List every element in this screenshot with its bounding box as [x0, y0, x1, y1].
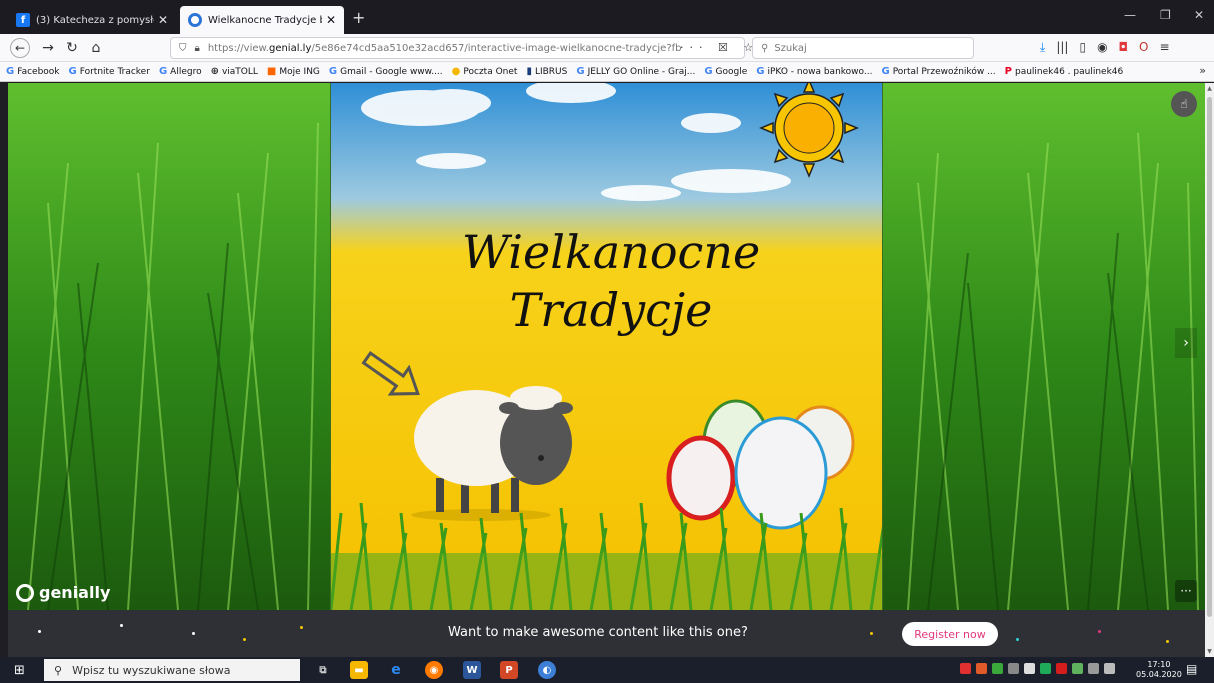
bookmark-item[interactable]: GiPKO - nowa bankowo...	[756, 66, 872, 77]
wifi-icon[interactable]	[1088, 663, 1099, 674]
reload-icon[interactable]: ↻	[62, 38, 82, 58]
easter-illustration	[331, 83, 882, 610]
tray-app-icon[interactable]	[1024, 663, 1035, 674]
scroll-down-icon[interactable]: ▼	[1205, 648, 1214, 655]
tray-app-icon[interactable]	[1056, 663, 1067, 674]
tray-app-icon[interactable]	[992, 663, 1003, 674]
task-view-icon[interactable]: ⧉	[314, 661, 332, 679]
search-icon: ⚲	[54, 663, 63, 677]
new-tab-button[interactable]: +	[352, 8, 365, 27]
firefox-icon[interactable]: ◉	[425, 661, 443, 679]
opera-icon[interactable]	[960, 663, 971, 674]
shield-icon[interactable]: ⛉	[179, 43, 187, 54]
genially-logo[interactable]: genially	[16, 583, 110, 602]
sun	[759, 83, 859, 178]
more-options-icon[interactable]: ···	[1175, 580, 1197, 602]
register-button[interactable]: Register now	[902, 622, 998, 646]
volume-icon[interactable]	[1104, 663, 1115, 674]
minimize-icon[interactable]: —	[1124, 8, 1136, 22]
forward-icon[interactable]: →	[38, 38, 58, 58]
toolbar-icons: ⤓ ||| ▯ ◉ ◘ O ≡	[1040, 40, 1170, 55]
navigation-bar: ← → ↻ ⌂ ⛉ 🔒︎ https://view.genial.ly/5e86…	[0, 34, 1214, 62]
bookmark-item[interactable]: G Google	[704, 66, 747, 77]
address-bar[interactable]: ⛉ 🔒︎ https://view.genial.ly/5e86e74cd5aa…	[170, 37, 745, 59]
slide-title: Wielkanocne Tradycje	[461, 225, 761, 337]
url-text: https://view.genial.ly/5e86e74cd5aa510e3…	[207, 42, 682, 54]
sidebar-icon[interactable]: ▯	[1079, 40, 1086, 55]
more-bookmarks-icon[interactable]: »	[1199, 64, 1206, 77]
pocket-icon[interactable]: ◘	[1119, 40, 1129, 55]
file-explorer-icon[interactable]: ▬	[350, 661, 368, 679]
windows-taskbar: ⊞ ⚲ Wpisz tu wyszukiwane słowa ⧉ ▬ e ◉ W…	[0, 657, 1214, 683]
app-icon[interactable]: ◐	[538, 661, 556, 679]
tab-label: (3) Katecheza z pomysłem:)	[36, 14, 154, 26]
download-icon[interactable]: ⤓	[1040, 40, 1045, 55]
tray-app-icon[interactable]	[1008, 663, 1019, 674]
clock[interactable]: 17:10 05.04.2020	[1136, 660, 1182, 680]
bookmark-item[interactable]: G Gmail - Google www....	[329, 66, 443, 77]
tray-app-icon[interactable]	[976, 663, 987, 674]
home-icon[interactable]: ⌂	[86, 38, 106, 58]
bookmark-item[interactable]: ■ Moje ING	[267, 66, 320, 77]
extension-icon[interactable]: O	[1139, 40, 1148, 55]
bookmark-item[interactable]: ▮ LIBRUS	[526, 66, 567, 77]
promo-banner: Want to make awesome content like this o…	[8, 610, 1205, 657]
tab-label: Wielkanocne Tradycje by annal	[208, 14, 322, 26]
back-icon[interactable]: ←	[10, 38, 30, 58]
browser-titlebar: f (3) Katecheza z pomysłem:) ✕ Wielkanoc…	[0, 0, 1214, 34]
restore-icon[interactable]: ❐	[1160, 8, 1171, 22]
notifications-icon[interactable]: ▤	[1186, 662, 1197, 676]
bookmark-item[interactable]: ● Poczta Onet	[452, 66, 518, 77]
tab-genially[interactable]: Wielkanocne Tradycje by annal ✕	[180, 6, 344, 34]
scroll-up-icon[interactable]: ▲	[1205, 85, 1214, 92]
genially-icon	[188, 13, 202, 27]
bookmark-item[interactable]: G Facebook	[6, 66, 60, 77]
tray-app-icon[interactable]	[1040, 663, 1051, 674]
close-tab-icon[interactable]: ✕	[158, 13, 168, 27]
account-icon[interactable]: ◉	[1097, 40, 1107, 55]
lock-icon[interactable]: 🔒︎	[195, 43, 200, 54]
bookmark-item[interactable]: G Portal Przewoźników ...	[881, 66, 995, 77]
genially-logo-icon	[16, 583, 34, 602]
bookmarks-bar: G Facebook G Fortnite Tracker G Allegro ⊕ vi…	[0, 62, 1214, 82]
search-input[interactable]: ⚲ Szukaj	[752, 37, 974, 59]
next-arrow-icon[interactable]: ›	[1175, 328, 1197, 358]
promo-message: Want to make awesome content like this o…	[448, 625, 748, 640]
search-icon: ⚲	[761, 42, 769, 54]
windows-start-icon[interactable]: ⊞	[14, 663, 25, 678]
tab-facebook[interactable]: f (3) Katecheza z pomysłem:) ✕	[8, 6, 176, 34]
bookmark-item[interactable]: G JELLY GO Online - Graj...	[576, 66, 695, 77]
close-tab-icon[interactable]: ✕	[326, 13, 336, 27]
word-icon[interactable]: W	[463, 661, 481, 679]
hand-pointer-icon[interactable]: ☝	[1171, 91, 1197, 117]
bookmark-item[interactable]: G Allegro	[159, 66, 202, 77]
system-tray	[960, 663, 1115, 674]
taskbar-search-input[interactable]: ⚲ Wpisz tu wyszukiwane słowa	[44, 659, 300, 681]
bookmark-item[interactable]: ⊕ viaTOLL	[211, 66, 258, 77]
bookmark-item[interactable]: G Fortnite Tracker	[69, 66, 150, 77]
menu-icon[interactable]: ≡	[1160, 40, 1170, 55]
scrollbar-thumb[interactable]	[1207, 97, 1212, 617]
genially-viewer: Wielkanocne Tradycje genially ☝ › ···	[8, 83, 1205, 610]
page-scrollbar[interactable]: ▲ ▼	[1205, 83, 1214, 657]
interactive-image: Wielkanocne Tradycje	[330, 83, 883, 610]
facebook-icon: f	[16, 13, 30, 27]
library-icon[interactable]: |||	[1056, 40, 1068, 55]
edge-icon[interactable]: e	[387, 661, 405, 679]
tray-app-icon[interactable]	[1072, 663, 1083, 674]
powerpoint-icon[interactable]: P	[500, 661, 518, 679]
close-window-icon[interactable]: ✕	[1194, 8, 1204, 22]
page-actions[interactable]: ··· ☒ ☆	[680, 41, 759, 54]
bookmark-item[interactable]: Ppaulinek46 . paulinek46	[1005, 66, 1124, 77]
